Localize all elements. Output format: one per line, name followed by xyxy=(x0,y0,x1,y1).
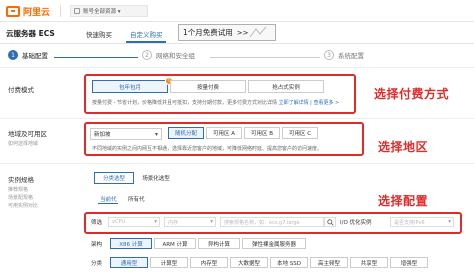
annotation-region: 选择地区 xyxy=(378,140,429,154)
billing-label: 付费模式 xyxy=(8,86,34,94)
annotation-billing: 选择付费方式 xyxy=(374,87,450,101)
billing-note-link[interactable]: 立即了解详情 | 查看更多 > xyxy=(279,100,340,106)
spec-label: 实例规格 xyxy=(8,176,34,184)
trial-badge-tail xyxy=(249,26,267,38)
search-button[interactable] xyxy=(324,217,336,227)
account-icon xyxy=(74,8,80,14)
tab-custom-buy[interactable]: 自定义购买 xyxy=(130,29,163,39)
top-bar: 阿里云 账号全部资源 ▾ xyxy=(0,0,474,22)
zone-b[interactable]: 可用区 B xyxy=(244,127,280,139)
chevron-down-icon: ▾ xyxy=(448,219,451,225)
ipv6-filter-placeholder: 是否支持IPv6 xyxy=(394,219,425,226)
billing-spot-option[interactable]: 抢占式实例 xyxy=(248,80,324,93)
arch-arm[interactable]: ARM 计算 xyxy=(154,238,196,249)
chevron-down-icon: ▾ xyxy=(154,131,158,138)
tab-quick-buy[interactable]: 快速购买 xyxy=(86,29,112,39)
aliyun-logo-icon xyxy=(6,5,20,17)
category-label: 分类 xyxy=(91,261,103,267)
region-note: 不同地域的实例之间内网互不相通，选择靠近您客户的地域，可降低网络时延、提高您客户… xyxy=(92,146,323,152)
step-basic-config[interactable]: 1 基础配置 xyxy=(8,50,48,60)
arch-bare-metal[interactable]: 弹性裸金属服务器 xyxy=(242,238,306,249)
account-selector[interactable]: 账号全部资源 ▾ xyxy=(70,5,148,17)
category-shared[interactable]: 共享型 xyxy=(350,257,388,268)
step-system-config[interactable]: 3 系统配置 xyxy=(324,50,364,60)
billing-note-text: 按量付费 - 节省计划，价格降低并且可抵扣，支持分期付款，更多付费方式对比详情 xyxy=(92,100,277,106)
region-help-link[interactable]: 如何选择地域 xyxy=(8,140,38,147)
io-optimized-label: I/O 优化实例 xyxy=(340,220,372,226)
arch-x86[interactable]: X86 计算 xyxy=(110,238,152,249)
logo-text: 阿里云 xyxy=(23,7,51,18)
divider xyxy=(0,118,474,119)
aliyun-logo[interactable]: 阿里云 xyxy=(6,4,50,18)
step-network-security[interactable]: 2 网络和安全组 xyxy=(142,50,195,60)
region-label: 地域及可用区 xyxy=(8,130,47,138)
spec-search-input[interactable]: 搜索规格名称，如：ecs.g7.large xyxy=(220,217,324,227)
step-connector xyxy=(54,57,138,58)
zone-c[interactable]: 可用区 C xyxy=(282,127,318,139)
account-selector-label: 账号全部资源 ▾ xyxy=(83,9,121,15)
step-label: 网络和安全组 xyxy=(156,52,195,60)
step-indicator: 1 基础配置 2 网络和安全组 3 系统配置 xyxy=(0,47,474,67)
chevron-down-icon: ▾ xyxy=(210,219,213,225)
spec-sublabel-recommended[interactable]: 推荐规格 xyxy=(8,186,28,193)
billing-payg-option[interactable]: 按量付费 xyxy=(170,80,246,93)
tab-scenario-select[interactable]: 场景化选型 xyxy=(136,172,176,184)
zone-random[interactable]: 随机分配 xyxy=(168,127,204,139)
billing-note: 按量付费 - 节省计划，价格降低并且可抵扣，支持分期付款，更多付费方式对比详情 … xyxy=(92,99,339,106)
region-dropdown[interactable]: 新加坡 ▾ xyxy=(90,128,162,140)
tab-category-select[interactable]: 分类选型 xyxy=(94,172,134,184)
trial-chevron: >> xyxy=(236,28,249,37)
tab-all-gen[interactable]: 所有代 xyxy=(128,195,145,203)
filter-label: 筛选 xyxy=(91,220,103,226)
divider xyxy=(0,163,474,164)
product-title: 云服务器 ECS xyxy=(6,29,55,38)
spec-sublabel-scenario[interactable]: 场景配规格 xyxy=(8,194,33,201)
ipv6-filter[interactable]: 是否支持IPv6 ▾ xyxy=(390,217,454,227)
active-tab-underline xyxy=(98,203,118,204)
divider xyxy=(0,67,474,68)
category-enhanced[interactable]: 增强型 xyxy=(390,257,428,268)
category-compute[interactable]: 计算型 xyxy=(150,257,188,268)
zone-a[interactable]: 可用区 A xyxy=(206,127,242,139)
step-number: 1 xyxy=(8,50,18,60)
category-memory[interactable]: 内存型 xyxy=(190,257,228,268)
vcpu-filter[interactable]: vCPU ▾ xyxy=(108,217,160,227)
region-dropdown-value: 新加坡 xyxy=(94,132,111,138)
spec-sublabel-compare[interactable]: 可用实例对比 xyxy=(8,202,38,209)
memory-filter-placeholder: 内存 xyxy=(168,219,179,226)
step-connector xyxy=(210,57,320,58)
memory-filter[interactable]: 内存 ▾ xyxy=(164,217,216,227)
chevron-down-icon: ▾ xyxy=(154,219,157,225)
spec-search-placeholder: 搜索规格名称，如：ecs.g7.large xyxy=(224,219,300,226)
trial-badge-label: 1个月免费试用 xyxy=(183,28,233,37)
category-local-ssd[interactable]: 本地 SSD xyxy=(270,257,308,268)
category-big-data[interactable]: 大数据型 xyxy=(230,257,268,268)
category-general[interactable]: 通用型 xyxy=(110,257,148,268)
search-icon xyxy=(326,218,334,226)
billing-subscription-option[interactable]: 包年包月 xyxy=(92,80,168,93)
annotation-spec: 选择配置 xyxy=(378,194,429,208)
arch-heterogeneous[interactable]: 异构计算 xyxy=(198,238,240,249)
tab-current-gen[interactable]: 当前代 xyxy=(100,195,117,203)
vcpu-filter-placeholder: vCPU xyxy=(112,219,126,225)
step-label: 基础配置 xyxy=(22,52,48,60)
active-tab-underline xyxy=(126,41,166,43)
arch-label: 架构 xyxy=(91,242,103,248)
step-label: 系统配置 xyxy=(338,52,364,60)
step-number: 2 xyxy=(142,50,152,60)
divider xyxy=(60,5,61,17)
category-high-freq[interactable]: 高主频型 xyxy=(310,257,348,268)
step-number: 3 xyxy=(324,50,334,60)
